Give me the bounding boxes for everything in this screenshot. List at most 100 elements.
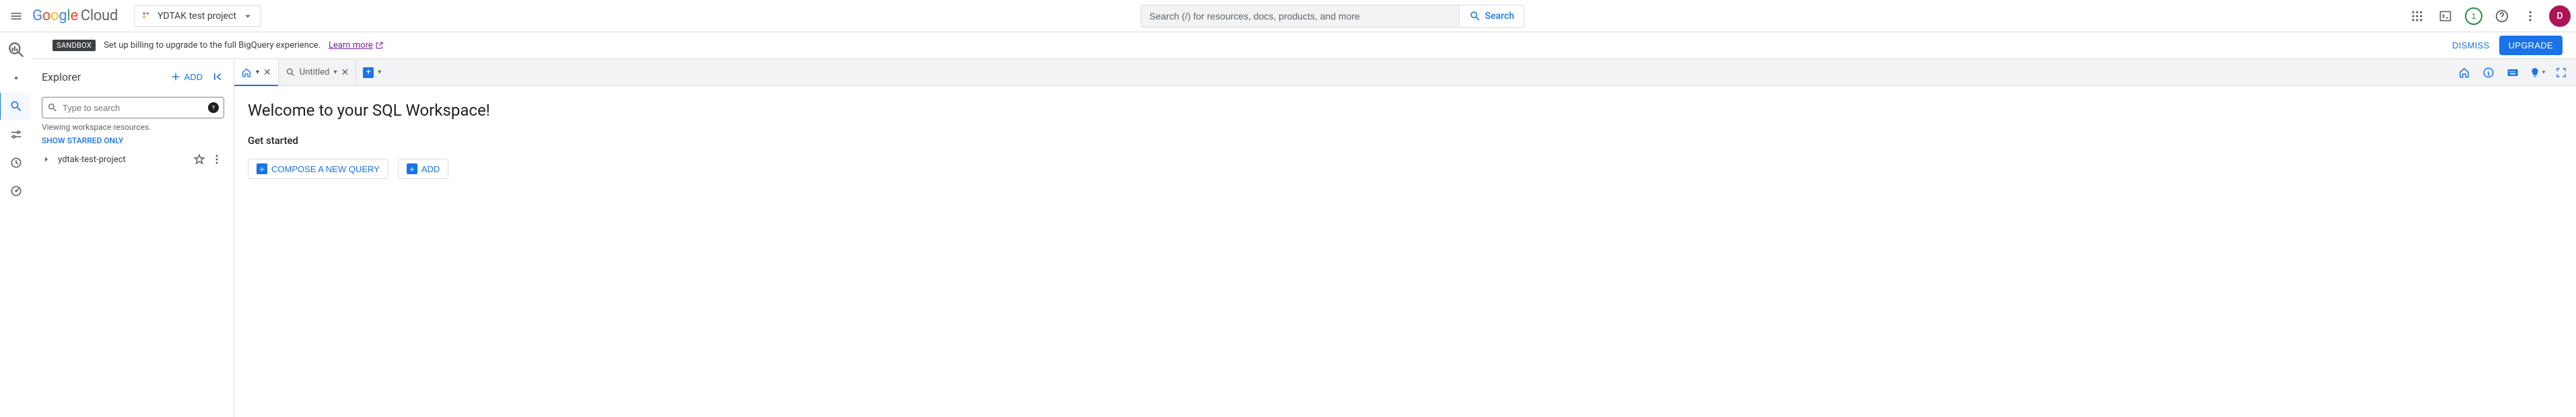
info-button[interactable]	[2478, 62, 2499, 83]
explorer-search-input[interactable]	[42, 97, 224, 118]
banner-actions: DISMISS UPGRADE	[2452, 36, 2563, 55]
project-picker[interactable]: YDTAK test project	[134, 5, 261, 27]
explorer-search-field: ?	[42, 97, 224, 118]
star-button[interactable]	[192, 153, 207, 165]
sandbox-banner: SANDBOX Set up billing to upgrade to the…	[32, 32, 2576, 59]
explorer-header: Explorer ADD	[32, 59, 234, 94]
explorer-add-button[interactable]: ADD	[170, 71, 203, 83]
close-tab-button[interactable]: ✕	[341, 67, 349, 78]
plus-icon: +	[407, 163, 417, 174]
header-right-actions: 1 D	[2404, 0, 2571, 32]
chevron-down-icon	[242, 10, 254, 22]
show-starred-link[interactable]: SHOW STARRED ONLY	[42, 136, 224, 145]
collapse-explorer-button[interactable]	[207, 66, 228, 87]
search-button-label: Search	[1485, 11, 1514, 22]
apps-icon	[2410, 9, 2424, 23]
project-name-label: YDTAK test project	[158, 11, 236, 22]
more-button[interactable]	[2517, 0, 2544, 32]
search-help-button[interactable]: ?	[208, 102, 219, 113]
hamburger-menu-button[interactable]	[0, 0, 32, 32]
tabstrip-actions: ▾	[2453, 59, 2576, 85]
google-cloud-logo[interactable]: Google Cloud	[32, 7, 118, 24]
plus-icon: +	[257, 163, 267, 174]
search-button[interactable]: Search	[1459, 5, 1524, 27]
project-icon	[141, 11, 152, 22]
home-icon	[241, 67, 252, 78]
user-avatar[interactable]: D	[2549, 5, 2571, 27]
welcome-title: Welcome to your SQL Workspace!	[248, 101, 2563, 120]
chevron-down-icon: ▾	[378, 69, 381, 76]
info-icon	[2482, 67, 2495, 79]
editor-area: ▾ ✕ Untitled ▾ ✕ + ▾	[234, 59, 2576, 417]
shortcuts-button[interactable]	[2502, 62, 2523, 83]
top-header: Google Cloud YDTAK test project Search 1	[0, 0, 2576, 32]
learn-more-link[interactable]: Learn more	[329, 40, 384, 50]
resource-home-button[interactable]	[2453, 62, 2475, 83]
main-column: SANDBOX Set up billing to upgrade to the…	[32, 32, 2576, 417]
home-tab[interactable]: ▾ ✕	[234, 59, 279, 85]
project-tree-row[interactable]: ydtak-test-project	[42, 149, 224, 169]
search-input[interactable]	[1141, 5, 1459, 27]
keyboard-icon	[2506, 66, 2519, 79]
upgrade-button[interactable]: UPGRADE	[2499, 36, 2563, 55]
svg-text:?: ?	[212, 105, 215, 111]
explorer-add-label: ADD	[184, 72, 203, 82]
features-button[interactable]: ▾	[2526, 62, 2548, 83]
fullscreen-button[interactable]	[2550, 62, 2572, 83]
untitled-tab[interactable]: Untitled ▾ ✕	[279, 59, 356, 85]
rail-capacity[interactable]	[3, 178, 30, 204]
rail-bigquery[interactable]	[0, 36, 32, 63]
get-started-heading: Get started	[248, 135, 2563, 147]
row-more-button[interactable]	[209, 153, 224, 165]
sandbox-badge: SANDBOX	[53, 40, 96, 51]
more-vert-icon	[211, 153, 223, 165]
close-tab-button[interactable]: ✕	[263, 67, 271, 78]
tree-caret[interactable]	[42, 155, 51, 163]
clock-icon	[9, 156, 23, 169]
rail-sql-workspace[interactable]	[0, 93, 31, 120]
magnify-icon	[9, 100, 23, 113]
apps-button[interactable]	[2404, 0, 2431, 32]
help-button[interactable]	[2488, 0, 2515, 32]
home-icon	[2458, 67, 2470, 79]
chevron-down-icon: ▾	[2542, 69, 2546, 76]
workspace-row: Explorer ADD	[32, 59, 2576, 417]
search-icon	[1469, 10, 1481, 22]
tab-strip: ▾ ✕ Untitled ▾ ✕ + ▾	[234, 59, 2576, 86]
explorer-body: ? Viewing workspace resources. SHOW STAR…	[32, 94, 234, 172]
rail-data-transfers[interactable]	[3, 121, 30, 148]
compose-query-label: COMPOSE A NEW QUERY	[271, 164, 380, 174]
notifications-button[interactable]: 1	[2460, 0, 2487, 32]
explorer-hint: Viewing workspace resources.	[42, 122, 224, 132]
explorer-title: Explorer	[42, 71, 166, 83]
rail-dot[interactable]	[3, 65, 30, 91]
chevron-down-icon: ▾	[333, 69, 337, 76]
more-vert-icon	[2523, 9, 2537, 23]
chevron-right-icon	[42, 155, 50, 163]
bigquery-icon	[7, 41, 25, 59]
dot-icon	[14, 76, 18, 80]
lightbulb-icon	[2529, 67, 2541, 79]
collapse-icon	[211, 70, 224, 83]
compose-query-button[interactable]: + COMPOSE A NEW QUERY	[248, 159, 388, 179]
chevron-down-icon: ▾	[256, 69, 259, 76]
notification-count: 1	[2465, 7, 2482, 25]
dismiss-button[interactable]: DISMISS	[2452, 40, 2490, 50]
cloud-shell-button[interactable]	[2432, 0, 2459, 32]
project-row-label: ydtak-test-project	[58, 155, 185, 165]
fullscreen-icon	[2555, 67, 2567, 79]
gauge-icon	[9, 184, 23, 198]
rail-scheduled-queries[interactable]	[3, 149, 30, 176]
question-icon: ?	[210, 104, 217, 111]
untitled-tab-label: Untitled	[300, 67, 330, 77]
explorer-panel: Explorer ADD	[32, 59, 234, 417]
search-container: Search	[261, 5, 2404, 28]
external-link-icon	[375, 41, 384, 50]
add-resource-button[interactable]: + ADD	[398, 159, 448, 179]
plus-icon: +	[363, 67, 374, 78]
terminal-icon	[2439, 9, 2452, 23]
add-resource-label: ADD	[421, 164, 440, 174]
welcome-content: Welcome to your SQL Workspace! Get start…	[234, 86, 2576, 194]
query-icon	[285, 67, 296, 77]
add-tab-button[interactable]: + ▾	[356, 59, 388, 85]
